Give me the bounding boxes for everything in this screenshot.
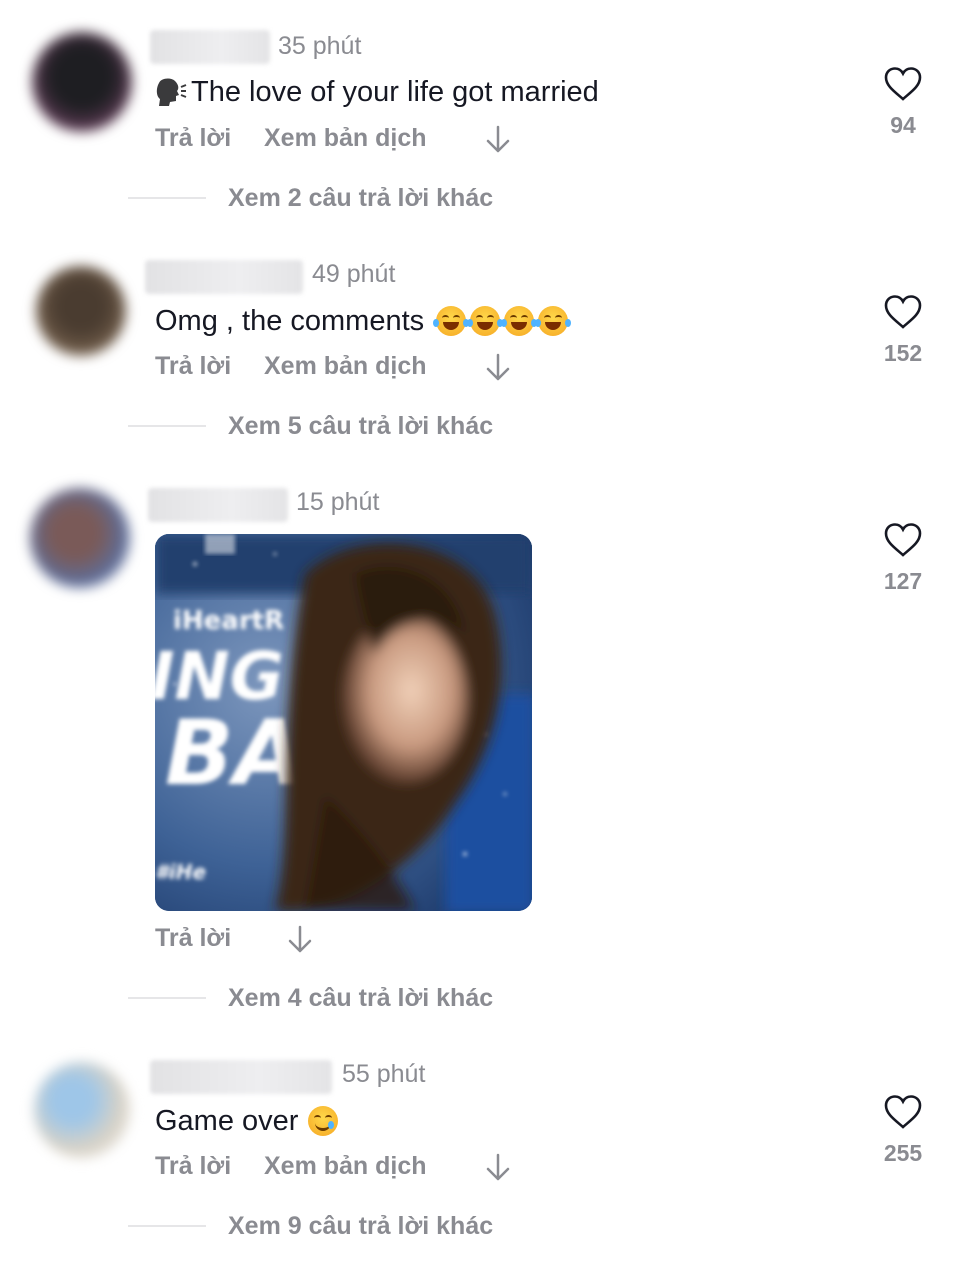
arrow-down-icon[interactable] [485,352,511,382]
comment-actions: Trả lời [155,923,355,953]
like-count: 127 [883,568,923,594]
comment-body: Omg , the comments [155,305,425,337]
reply-button[interactable]: Trả lời [155,351,231,381]
like-count: 94 [890,112,916,138]
translate-button[interactable]: Xem bản dịch [264,123,427,153]
comment-text: Game over [155,1103,339,1139]
divider-line [128,197,206,199]
view-replies-button[interactable]: Xem 2 câu trả lời khác [128,183,528,213]
heart-outline-icon [884,1095,922,1129]
comment-time: 35 phút [278,32,362,60]
avatar[interactable] [36,266,126,356]
divider-line [128,1225,206,1227]
heart-outline-icon [884,295,922,329]
like-count: 152 [883,340,923,366]
like-button[interactable]: 127 [863,522,943,595]
avatar[interactable] [34,1062,130,1158]
avatar[interactable] [32,32,132,132]
view-replies-button[interactable]: Xem 4 câu trả lời khác [128,983,528,1013]
avatar[interactable] [30,488,130,588]
comment-time: 49 phút [312,260,396,288]
like-button[interactable]: 255 [863,1094,943,1167]
arrow-down-icon[interactable] [485,1152,511,1182]
tears-of-joy-emoji [535,306,572,336]
gif-image[interactable]: iHeartR ING BA #iHe [155,534,532,911]
comment-body: The love of your life got married [191,76,599,108]
comment-text: Omg , the comments [155,303,572,339]
comment-time: 15 phút [296,488,380,516]
reply-button[interactable]: Trả lời [155,1151,231,1181]
gif-watermark-text: BA [165,701,303,806]
comment-body: Game over [155,1105,299,1137]
translate-button[interactable]: Xem bản dịch [264,351,427,381]
heart-outline-icon [884,523,922,557]
view-replies-button[interactable]: Xem 5 câu trả lời khác [128,411,528,441]
like-count: 255 [883,1140,923,1166]
comment-text: The love of your life got married [155,74,599,110]
tears-of-joy-emoji [501,306,538,336]
view-replies-button[interactable]: Xem 9 câu trả lời khác [128,1211,528,1241]
gif-frame: iHeartR ING BA #iHe [155,534,532,911]
divider-line [128,997,206,999]
like-button[interactable]: 94 [863,66,943,139]
tears-of-joy-emoji [433,306,470,336]
username-blurred[interactable] [150,1060,332,1094]
tears-of-joy-emoji [467,306,504,336]
username-blurred[interactable] [148,488,288,522]
comment-time: 55 phút [342,1060,426,1088]
view-replies-label: Xem 4 câu trả lời khác [228,984,494,1012]
view-replies-label: Xem 9 câu trả lời khác [228,1212,494,1240]
translate-button[interactable]: Xem bản dịch [264,1151,427,1181]
reply-button[interactable]: Trả lời [155,923,231,953]
gif-watermark-text: #iHe [155,860,206,884]
arrow-down-icon[interactable] [485,124,511,154]
heart-outline-icon [884,67,922,101]
reply-button[interactable]: Trả lời [155,123,231,153]
view-replies-label: Xem 2 câu trả lời khác [228,184,494,212]
view-replies-label: Xem 5 câu trả lời khác [228,412,494,440]
like-button[interactable]: 152 [863,294,943,367]
divider-line [128,425,206,427]
username-blurred[interactable] [145,260,303,294]
username-blurred[interactable] [150,30,270,64]
gif-watermark-text: iHeartR [173,606,284,636]
speaking-head-icon [156,78,187,106]
smiling-face-with-tear-emoji [308,1106,339,1136]
arrow-down-icon[interactable] [287,924,313,954]
